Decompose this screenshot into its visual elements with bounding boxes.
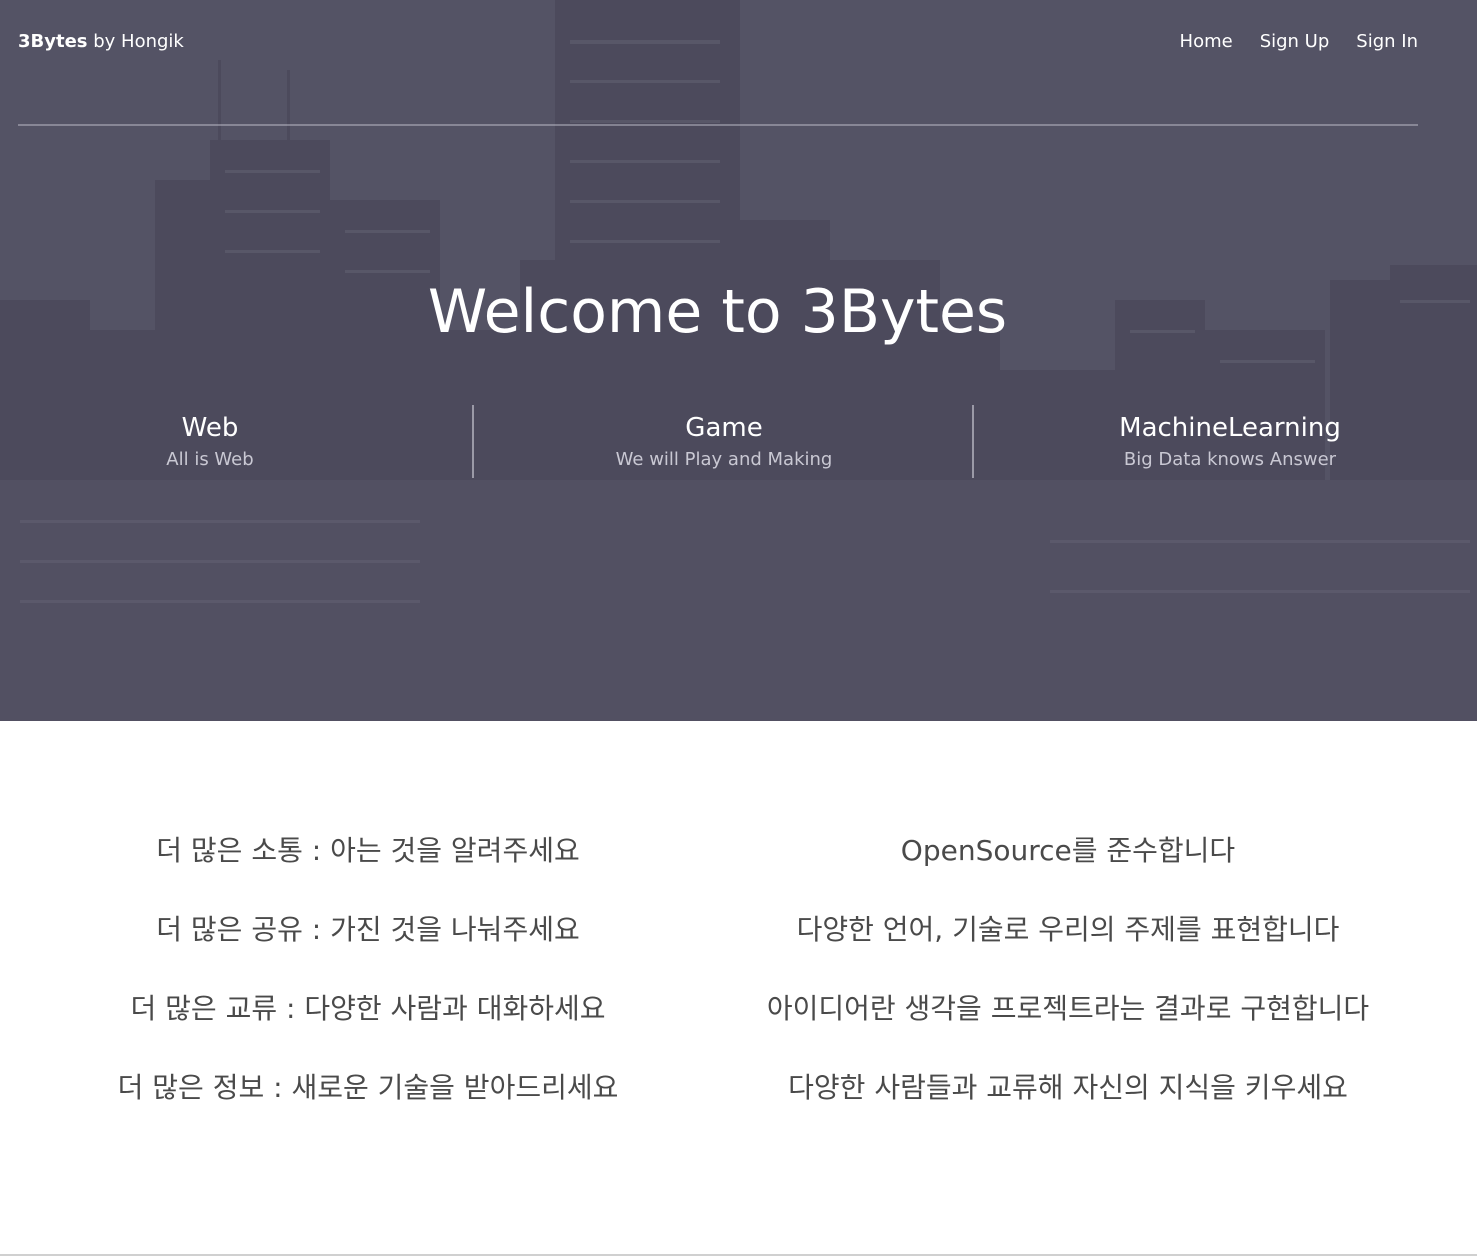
principle-item: 다양한 사람들과 교류해 자신의 지식을 키우세요 (788, 1071, 1348, 1104)
principle-item: 다양한 언어, 기술로 우리의 주제를 표현합니다 (796, 913, 1340, 946)
nav-sign-in-link[interactable]: Sign In (1356, 30, 1418, 54)
value-item: 더 많은 정보 : 새로운 기술을 받아드리세요 (117, 1071, 619, 1104)
footer-divider (0, 1254, 1477, 1256)
hero-overlay (0, 0, 1477, 721)
feature-game: Game We will Play and Making (524, 411, 924, 473)
hero-section: 3Bytes by Hongik Home Sign Up Sign In We… (0, 0, 1477, 721)
principles-column: OpenSource를 준수합니다 다양한 언어, 기술로 우리의 주제를 표현… (738, 831, 1398, 1147)
brand-name: 3Bytes (18, 31, 88, 52)
brand-suffix: by Hongik (87, 31, 184, 52)
feature-divider (972, 405, 974, 478)
site-brand[interactable]: 3Bytes by Hongik (18, 30, 184, 54)
nav-sign-up-link[interactable]: Sign Up (1260, 30, 1330, 54)
principle-item: OpenSource를 준수합니다 (900, 834, 1236, 867)
header-divider (18, 124, 1418, 126)
feature-title: Game (685, 413, 763, 443)
hero-title: Welcome to 3Bytes (427, 277, 1008, 347)
main-nav: Home Sign Up Sign In (1180, 30, 1418, 54)
value-item: 더 많은 공유 : 가진 것을 나눠주세요 (156, 913, 580, 946)
feature-subtitle: We will Play and Making (615, 449, 833, 470)
feature-subtitle: Big Data knows Answer (1123, 449, 1337, 470)
feature-web: Web All is Web (60, 411, 360, 473)
values-column: 더 많은 소통 : 아는 것을 알려주세요 더 많은 공유 : 가진 것을 나눠… (68, 831, 668, 1147)
feature-subtitle: All is Web (166, 449, 254, 470)
feature-divider (472, 405, 474, 478)
value-item: 더 많은 소통 : 아는 것을 알려주세요 (156, 834, 580, 867)
value-item: 더 많은 교류 : 다양한 사람과 대화하세요 (130, 992, 606, 1025)
principle-item: 아이디어란 생각을 프로젝트라는 결과로 구현합니다 (766, 992, 1370, 1025)
feature-title: Web (181, 413, 239, 443)
feature-title: MachineLearning (1119, 413, 1341, 443)
about-section: 더 많은 소통 : 아는 것을 알려주세요 더 많은 공유 : 가진 것을 나눠… (0, 721, 1477, 1255)
feature-machine-learning: MachineLearning Big Data knows Answer (1030, 411, 1430, 473)
nav-home-link[interactable]: Home (1180, 30, 1233, 54)
